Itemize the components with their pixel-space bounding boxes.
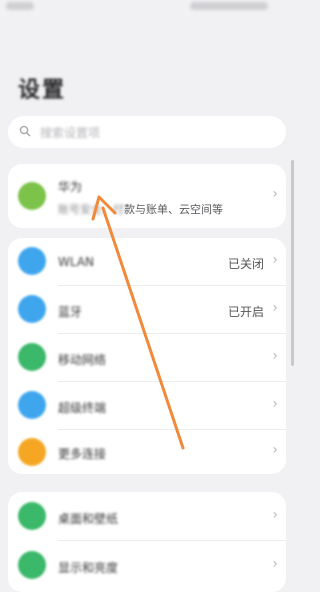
setting-label: 显示和亮度 [58, 561, 119, 575]
super-device-icon [18, 391, 46, 419]
search-bar[interactable]: 搜索设置项 [8, 116, 286, 148]
setting-label: 移动网络 [58, 353, 107, 367]
setting-label: 蓝牙 [58, 305, 83, 319]
setting-row-wlan[interactable]: WLAN 已关闭 › [8, 238, 286, 285]
more-connections-icon [18, 438, 46, 466]
status-time [6, 2, 34, 10]
scrollbar[interactable] [291, 160, 294, 366]
display-card: 桌面和壁纸 › 显示和亮度 › [8, 492, 286, 592]
setting-value: 已开启 [227, 305, 264, 319]
account-name: 华为 [58, 180, 83, 194]
search-placeholder: 搜索设置项 [40, 126, 101, 140]
display-icon [18, 551, 46, 579]
setting-label: 更多连接 [58, 447, 107, 461]
setting-row-mobile-network[interactable]: 移动网络 › [8, 334, 286, 381]
chevron-right-icon: › [272, 507, 278, 523]
chevron-right-icon: › [272, 442, 278, 458]
chevron-right-icon: › [272, 396, 278, 412]
account-avatar [18, 182, 46, 210]
page-title: 设置 [18, 78, 67, 103]
setting-label: 桌面和壁纸 [58, 512, 119, 526]
chevron-right-icon: › [272, 348, 278, 364]
wlan-icon [18, 247, 46, 275]
wallpaper-icon [18, 502, 46, 530]
status-icons [190, 2, 268, 10]
setting-row-super-device[interactable]: 超级终端 › [8, 382, 286, 429]
setting-row-home-wallpaper[interactable]: 桌面和壁纸 › [8, 492, 286, 540]
setting-label: WLAN [58, 255, 95, 269]
bluetooth-icon [18, 295, 46, 323]
account-card[interactable]: 华为 › [8, 164, 286, 228]
setting-row-more-connections[interactable]: 更多连接 › [8, 430, 286, 474]
chevron-right-icon: › [272, 186, 278, 202]
setting-value: 已关闭 [227, 257, 264, 271]
chevron-right-icon: › [272, 556, 278, 572]
status-bar [0, 0, 298, 16]
chevron-right-icon: › [272, 300, 278, 316]
setting-label: 超级终端 [58, 401, 107, 415]
account-subtitle: 账号安全、付款与账单、云空间等 [58, 203, 223, 216]
setting-row-display-brightness[interactable]: 显示和亮度 › [8, 541, 286, 589]
search-icon [19, 125, 31, 137]
chevron-right-icon: › [272, 252, 278, 268]
setting-row-bluetooth[interactable]: 蓝牙 已开启 › [8, 286, 286, 333]
mobile-network-icon [18, 343, 46, 371]
connectivity-card: WLAN 已关闭 › 蓝牙 已开启 › 移动网络 › 超级终端 › 更多连接 › [8, 238, 286, 474]
